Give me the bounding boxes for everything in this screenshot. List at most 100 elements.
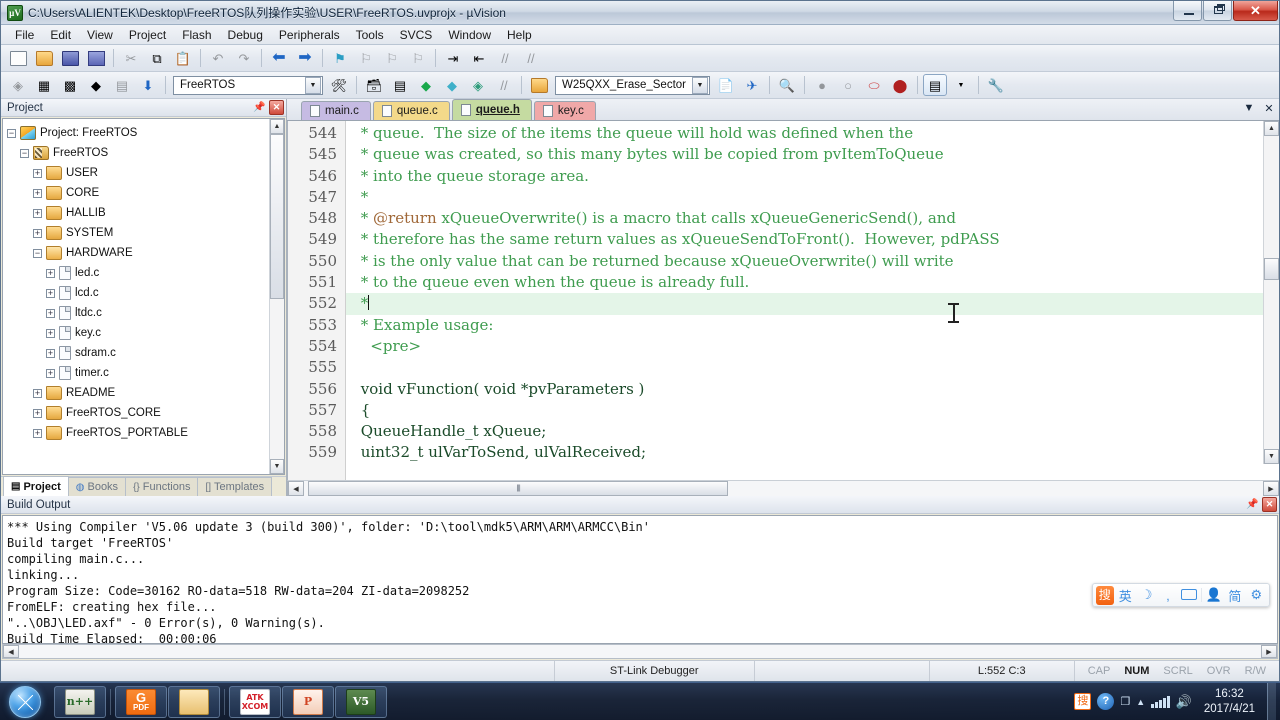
sogou-tray-icon[interactable]: 搜 bbox=[1074, 693, 1092, 710]
menu-svcs[interactable]: SVCS bbox=[392, 26, 441, 44]
customize-tools-icon[interactable]: 🔧 bbox=[984, 74, 1008, 96]
stop-build-icon[interactable]: ▤ bbox=[110, 74, 134, 96]
editor-vertical-scrollbar[interactable]: ▲ ▼ bbox=[1263, 121, 1279, 464]
target-combo[interactable]: FreeRTOS ▼ bbox=[173, 75, 323, 95]
sogou-logo-icon[interactable]: 搜 bbox=[1096, 585, 1114, 605]
function-combo[interactable]: W25QXX_Erase_Sector ▼ bbox=[555, 75, 710, 95]
indent-icon[interactable]: ⇥ bbox=[441, 47, 465, 69]
build-output-text[interactable]: *** Using Compiler 'V5.06 update 3 (buil… bbox=[2, 515, 1278, 644]
select-software-packs-icon[interactable]: ◆ bbox=[440, 74, 464, 96]
start-debug-icon[interactable]: 🔍 bbox=[775, 74, 799, 96]
editor-tab-queue-h[interactable]: queue.h bbox=[451, 99, 532, 120]
expand-icon[interactable]: + bbox=[33, 208, 42, 218]
expand-icon[interactable]: + bbox=[46, 268, 55, 278]
bookmark-next-icon[interactable]: ⚐ bbox=[380, 47, 404, 69]
close-icon[interactable]: ✕ bbox=[1262, 497, 1277, 512]
code-line[interactable]: * therefore has the same return values a… bbox=[346, 229, 1279, 250]
disable-breakpoint-icon[interactable]: ⬭ bbox=[862, 74, 886, 96]
comment-icon[interactable]: // bbox=[493, 47, 517, 69]
chevron-down-icon[interactable]: ▼ bbox=[305, 76, 321, 94]
target-options-icon[interactable]: 🛠 bbox=[327, 74, 351, 96]
save-all-icon[interactable] bbox=[84, 47, 108, 69]
project-tree-scrollbar[interactable]: ▲ ▼ bbox=[269, 119, 284, 474]
expand-icon[interactable]: + bbox=[46, 348, 55, 358]
user-icon[interactable]: 👤 bbox=[1204, 587, 1223, 603]
download-icon[interactable]: ⬇ bbox=[136, 74, 160, 96]
ime-toolbar[interactable]: 搜 英 ☽ ‚ 👤 简 ⚙ bbox=[1092, 583, 1270, 607]
build-output-scrollbar[interactable]: ◀ ▶ bbox=[2, 644, 1278, 659]
comma-icon[interactable]: ‚ bbox=[1158, 588, 1177, 603]
taskbar-clock[interactable]: 16:32 2017/4/21 bbox=[1198, 687, 1261, 717]
build-target-icon[interactable]: ▦ bbox=[32, 74, 56, 96]
tree-item[interactable]: + sdram.c bbox=[7, 343, 284, 363]
collapse-icon[interactable]: − bbox=[7, 128, 16, 138]
menu-peripherals[interactable]: Peripherals bbox=[271, 26, 348, 44]
restore-button[interactable] bbox=[1203, 1, 1232, 21]
code-line[interactable]: * queue. The size of the items the queue… bbox=[346, 123, 1279, 144]
kill-breakpoints-icon[interactable]: ○ bbox=[836, 74, 860, 96]
tree-item[interactable]: + FreeRTOS_PORTABLE bbox=[7, 423, 284, 443]
navigate-back-icon[interactable]: ⬅ bbox=[267, 47, 291, 69]
menu-file[interactable]: File bbox=[7, 26, 42, 44]
scroll-thumb[interactable]: |||| bbox=[308, 481, 728, 496]
manage-run-time-icon[interactable]: // bbox=[492, 74, 516, 96]
editor-tab-main-c[interactable]: main.c bbox=[301, 101, 371, 120]
expand-icon[interactable]: + bbox=[46, 368, 55, 378]
scroll-track[interactable] bbox=[19, 645, 1261, 658]
menu-view[interactable]: View bbox=[79, 26, 121, 44]
save-icon[interactable] bbox=[58, 47, 82, 69]
expand-icon[interactable]: + bbox=[33, 188, 42, 198]
menu-project[interactable]: Project bbox=[121, 26, 174, 44]
volume-icon[interactable]: 🔊 bbox=[1176, 694, 1192, 710]
chevron-down-icon[interactable]: ▼ bbox=[1241, 100, 1257, 116]
manage-project-icon[interactable]: 🗃 bbox=[362, 74, 386, 96]
uncomment-icon[interactable]: // bbox=[519, 47, 543, 69]
scroll-down-icon[interactable]: ▼ bbox=[270, 459, 284, 474]
pack-installer-icon[interactable]: ◆ bbox=[414, 74, 438, 96]
build-file-icon[interactable]: ◈ bbox=[6, 74, 30, 96]
tree-item[interactable]: + HALLIB bbox=[7, 203, 284, 223]
close-icon[interactable]: ✕ bbox=[269, 100, 284, 115]
expand-icon[interactable]: + bbox=[33, 428, 42, 438]
scroll-track[interactable] bbox=[1264, 136, 1279, 449]
taskbar-item-powerpoint[interactable]: P bbox=[282, 685, 334, 718]
tree-item[interactable]: + ltdc.c bbox=[7, 303, 284, 323]
manage-components-icon[interactable]: ▤ bbox=[388, 74, 412, 96]
undo-icon[interactable]: ↶ bbox=[206, 47, 230, 69]
scroll-thumb[interactable] bbox=[1264, 258, 1279, 280]
tree-item[interactable]: + SYSTEM bbox=[7, 223, 284, 243]
code-line[interactable]: uint32_t ulVarToSend, ulValReceived; bbox=[346, 442, 1279, 463]
collapse-icon[interactable]: − bbox=[20, 148, 29, 158]
scroll-up-icon[interactable]: ▲ bbox=[270, 119, 284, 134]
tree-item[interactable]: + led.c bbox=[7, 263, 284, 283]
taskbar-item-file-explorer[interactable] bbox=[168, 685, 220, 718]
tree-item[interactable]: + lcd.c bbox=[7, 283, 284, 303]
configuration-wizard-icon[interactable]: ◈ bbox=[466, 74, 490, 96]
insert-breakpoint-icon[interactable]: ● bbox=[810, 74, 834, 96]
code-pane[interactable]: 544 545 546 547 548 549 550 551 552 553 554 555 556 5… bbox=[287, 121, 1279, 480]
code-line[interactable]: * @return xQueueOverwrite() is a macro t… bbox=[346, 208, 1279, 229]
moon-icon[interactable]: ☽ bbox=[1137, 587, 1156, 603]
scroll-left-icon[interactable]: ◀ bbox=[3, 645, 19, 658]
show-desktop-button[interactable] bbox=[1267, 682, 1276, 720]
expand-icon[interactable]: + bbox=[33, 388, 42, 398]
close-icon[interactable]: ✕ bbox=[1261, 100, 1277, 116]
code-line[interactable]: QueueHandle_t xQueue; bbox=[346, 421, 1279, 442]
expand-icon[interactable]: + bbox=[46, 308, 55, 318]
editor-horizontal-scrollbar[interactable]: ◀ |||| ▶ bbox=[287, 480, 1279, 496]
kill-all-breakpoints-icon[interactable]: ⬤ bbox=[888, 74, 912, 96]
chevron-down-icon[interactable]: ▼ bbox=[692, 76, 708, 94]
debug-settings-icon[interactable]: ✈ bbox=[740, 74, 764, 96]
editor-tab-queue-c[interactable]: queue.c bbox=[372, 101, 450, 120]
window-dropdown-icon[interactable]: ▼ bbox=[949, 74, 973, 96]
scroll-track[interactable] bbox=[270, 134, 284, 459]
tree-item[interactable]: − FreeRTOS bbox=[7, 143, 284, 163]
code-line[interactable]: void vFunction( void *pvParameters ) bbox=[346, 379, 1279, 400]
pin-icon[interactable]: 📌 bbox=[252, 100, 267, 115]
code-line[interactable]: * to the queue even when the queue is al… bbox=[346, 272, 1279, 293]
tree-item[interactable]: + timer.c bbox=[7, 363, 284, 383]
code-line[interactable] bbox=[346, 357, 1279, 378]
panel-tab-project[interactable]: ▤ Project bbox=[3, 476, 69, 496]
editor-tab-key-c[interactable]: key.c bbox=[533, 101, 596, 120]
paste-icon[interactable]: 📋 bbox=[171, 47, 195, 69]
